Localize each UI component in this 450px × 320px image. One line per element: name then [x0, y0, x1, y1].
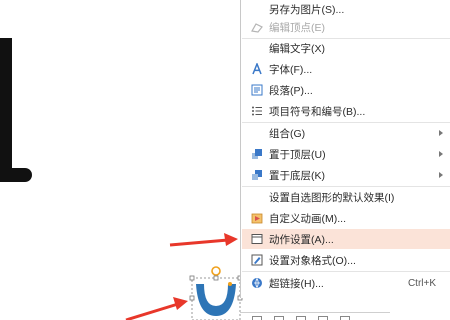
- toolbar-icon[interactable]: [274, 316, 284, 320]
- rotate-handle-icon: [211, 266, 221, 276]
- menu-item-label: 项目符号和编号(B)...: [269, 105, 366, 118]
- menu-item-label: 置于顶层(U): [269, 148, 326, 161]
- menu-divider: [242, 271, 450, 272]
- menu-item-custom-animation[interactable]: 自定义动画(M)...: [242, 208, 450, 228]
- resize-handle: [189, 295, 195, 301]
- font-icon: [251, 63, 263, 75]
- menu-item-label: 置于底层(K): [269, 169, 325, 182]
- menu-item-label: 设置对象格式(O)...: [269, 254, 356, 267]
- menu-item-label: 编辑顶点(E): [269, 21, 325, 34]
- bring-to-front-icon: [251, 148, 263, 160]
- bullets-icon: [251, 105, 263, 117]
- menu-item-label: 字体(F)...: [269, 63, 313, 76]
- menu-item-set-default-effect[interactable]: 设置自选图形的默认效果(I): [242, 187, 450, 207]
- menu-item-font[interactable]: 字体(F)...: [242, 59, 450, 79]
- hyperlink-icon: [251, 277, 263, 289]
- menu-item-label: 另存为图片(S)...: [269, 3, 345, 16]
- send-to-back-icon: [251, 169, 263, 181]
- menu-item-label: 超链接(H)...: [269, 277, 324, 290]
- paragraph-icon: [251, 84, 263, 96]
- menu-item-edit-vertices: 编辑顶点(E): [242, 17, 450, 37]
- resize-handle: [213, 275, 219, 281]
- menu-item-send-to-back[interactable]: 置于底层(K): [242, 165, 450, 185]
- red-arrow-icon: [125, 297, 188, 320]
- menu-item-hyperlink[interactable]: 超链接(H)... Ctrl+K: [242, 273, 450, 293]
- menu-item-label: 自定义动画(M)...: [269, 212, 346, 225]
- format-object-icon: [251, 254, 263, 266]
- custom-animation-icon: [251, 212, 263, 224]
- submenu-arrow-icon: [439, 172, 443, 178]
- resize-handle: [189, 275, 195, 281]
- menu-item-edit-text[interactable]: 编辑文字(X): [242, 38, 450, 58]
- menu-item-shortcut: Ctrl+K: [407, 277, 436, 289]
- menu-item-label: 设置自选图形的默认效果(I): [269, 191, 395, 204]
- menu-item-label: 段落(P)...: [269, 84, 313, 97]
- red-arrow-icon: [169, 233, 238, 247]
- action-settings-icon: [251, 233, 263, 245]
- adjust-handle: [228, 282, 232, 286]
- toolbar-icon[interactable]: [318, 316, 328, 320]
- arc-fill: [196, 284, 236, 316]
- menu-item-paragraph[interactable]: 段落(P)...: [242, 80, 450, 100]
- slide-shape-stroke[interactable]: [0, 38, 12, 178]
- menu-item-action-settings[interactable]: 动作设置(A)...: [242, 229, 450, 249]
- mini-toolbar: [240, 312, 390, 320]
- toolbar-icon[interactable]: [252, 316, 262, 320]
- toolbar-icon[interactable]: [340, 316, 350, 320]
- selected-arc-shape[interactable]: [188, 262, 244, 320]
- menu-item-format-object[interactable]: 设置对象格式(O)...: [242, 250, 450, 270]
- menu-item-label: 编辑文字(X): [269, 42, 325, 55]
- menu-item-label: 组合(G): [269, 127, 306, 140]
- menu-item-label: 动作设置(A)...: [269, 233, 334, 246]
- slide-shape-foot[interactable]: [0, 168, 32, 182]
- menu-item-bring-to-front[interactable]: 置于顶层(U): [242, 144, 450, 164]
- edit-vertices-icon: [251, 21, 263, 33]
- context-menu: 另存为图片(S)... 编辑顶点(E) 编辑文字(X) 字体(F)... 段落(…: [240, 0, 450, 298]
- menu-item-bullets[interactable]: 项目符号和编号(B)...: [242, 101, 450, 121]
- menu-item-group[interactable]: 组合(G): [242, 123, 450, 143]
- toolbar-icon[interactable]: [296, 316, 306, 320]
- submenu-arrow-icon: [439, 151, 443, 157]
- submenu-arrow-icon: [439, 130, 443, 136]
